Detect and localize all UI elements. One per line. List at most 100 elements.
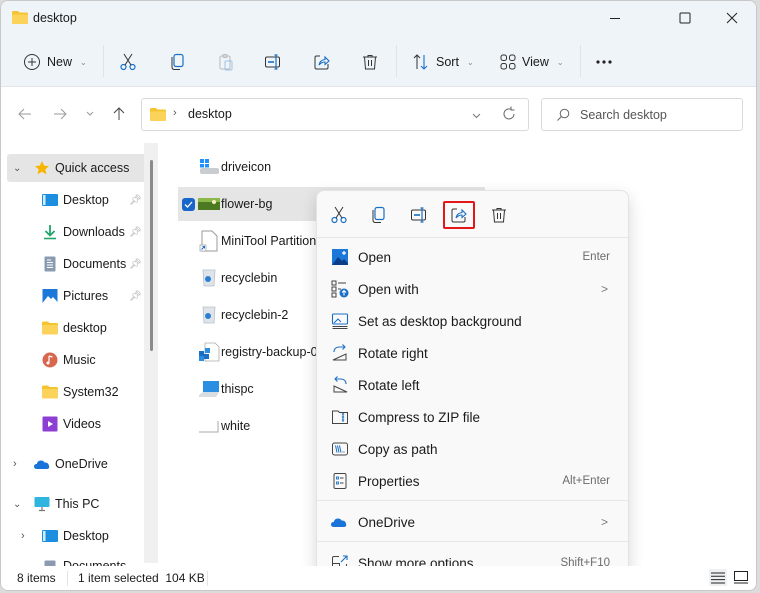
refresh-icon[interactable] — [500, 105, 518, 123]
properties-icon — [333, 473, 347, 489]
folder-icon — [12, 11, 28, 24]
checkmark-icon — [184, 201, 193, 208]
address-bar[interactable]: › desktop — [141, 98, 529, 131]
context-copy-button[interactable] — [363, 201, 395, 229]
sidebar-item-system32[interactable]: System32 — [7, 378, 147, 406]
sort-label: Sort — [436, 55, 459, 69]
file-item[interactable]: driveicon — [178, 150, 485, 184]
sort-button[interactable]: Sort ⌄ — [412, 48, 474, 76]
large-icons-view-button[interactable] — [732, 569, 750, 586]
sidebar-item-downloads[interactable]: Downloads 📌︎ — [7, 218, 147, 246]
menu-item-open-with[interactable]: Open with > — [321, 273, 624, 305]
minimize-button[interactable] — [592, 1, 638, 35]
plus-circle-icon — [24, 54, 40, 70]
menu-item-properties[interactable]: Properties Alt+Enter — [321, 465, 624, 497]
menu-item-copy-as-path[interactable]: Copy as path — [321, 433, 624, 465]
sidebar-item-pictures[interactable]: Pictures 📌︎ — [7, 282, 147, 310]
up-button[interactable] — [109, 104, 129, 124]
share-button[interactable] — [313, 48, 331, 76]
forward-button[interactable] — [50, 104, 70, 124]
chevron-down-icon — [86, 111, 94, 116]
context-share-button[interactable] — [443, 201, 475, 229]
rename-button[interactable] — [264, 48, 282, 76]
pin-icon: 📌︎ — [129, 226, 142, 238]
sidebar-item-onedrive[interactable]: › OneDrive — [7, 450, 147, 478]
search-box[interactable] — [541, 98, 743, 131]
pin-icon: 📌︎ — [129, 258, 142, 270]
divider — [207, 571, 208, 586]
menu-item-rotate-left[interactable]: Rotate left — [321, 369, 624, 401]
menu-item-label: Rotate left — [358, 377, 420, 393]
sort-icon — [413, 54, 428, 70]
address-history-chevron-icon[interactable] — [472, 113, 481, 119]
sidebar-label: System32 — [63, 385, 119, 399]
view-grid-icon — [500, 54, 516, 70]
chevron-right-icon: > — [600, 515, 608, 529]
large-icons-view-icon — [734, 571, 748, 584]
divider — [317, 237, 628, 238]
new-button[interactable]: New ⌄ — [23, 48, 87, 76]
view-button[interactable]: View ⌄ — [500, 48, 564, 76]
search-input[interactable] — [580, 106, 735, 124]
sidebar-item-pc-documents[interactable]: Documents — [7, 554, 147, 566]
command-bar: New ⌄ Sort ⌄ View ⌄ — [1, 37, 756, 87]
more-options-button[interactable] — [595, 48, 613, 76]
paste-button[interactable] — [217, 48, 235, 76]
sidebar-item-music[interactable]: Music — [7, 346, 147, 374]
recycle-bin-icon — [202, 269, 216, 287]
menu-item-open[interactable]: Open Enter — [321, 241, 624, 273]
breadcrumb-separator-icon: › — [173, 107, 177, 119]
sidebar-scrollbar-thumb[interactable] — [150, 160, 153, 351]
address-row: › desktop — [1, 88, 756, 140]
chevron-down-icon[interactable]: ⌄ — [13, 499, 21, 510]
cut-button[interactable] — [119, 48, 137, 76]
menu-item-compress-zip[interactable]: Compress to ZIP file — [321, 401, 624, 433]
sidebar-item-desktop[interactable]: Desktop 📌︎ — [7, 186, 147, 214]
image-icon — [198, 198, 220, 210]
sidebar-item-desktop-folder[interactable]: desktop — [7, 314, 147, 342]
chevron-right-icon[interactable]: › — [21, 530, 25, 542]
file-name: recyclebin — [221, 271, 278, 285]
folder-icon — [42, 321, 58, 335]
context-rename-button[interactable] — [403, 201, 435, 229]
selection-checkbox[interactable] — [182, 197, 195, 211]
sidebar-label: This PC — [55, 497, 100, 511]
sidebar-item-quick-access[interactable]: ⌄ Quick access — [7, 154, 147, 182]
file-name: flower-bg — [221, 197, 273, 211]
chevron-down-icon[interactable]: ⌄ — [13, 163, 21, 174]
chevron-down-icon: ⌄ — [466, 57, 474, 67]
delete-button[interactable] — [361, 48, 379, 76]
paste-icon — [219, 54, 233, 71]
menu-item-set-desktop-background[interactable]: Set as desktop background — [321, 305, 624, 337]
context-cut-button[interactable] — [323, 201, 355, 229]
details-view-button[interactable] — [709, 569, 727, 586]
maximize-button[interactable] — [662, 1, 708, 35]
recent-locations-button[interactable] — [80, 104, 100, 124]
sidebar-label: Videos — [63, 417, 101, 431]
context-menu: Open Enter Open with > Set as desktop ba… — [316, 190, 629, 581]
file-name: white — [221, 419, 251, 433]
breadcrumb-desktop[interactable]: desktop — [188, 107, 232, 121]
menu-item-label: Set as desktop background — [358, 313, 522, 329]
sidebar-item-videos[interactable]: Videos — [7, 410, 147, 438]
menu-item-onedrive[interactable]: OneDrive > — [321, 506, 624, 538]
cut-icon — [331, 206, 347, 224]
divider — [396, 45, 397, 77]
copy-button[interactable] — [169, 48, 187, 76]
title-bar: desktop — [1, 1, 756, 37]
details-view-icon — [711, 572, 725, 583]
sidebar-item-pc-desktop[interactable]: › Desktop — [7, 522, 147, 550]
close-button[interactable] — [709, 1, 755, 35]
folder-icon — [150, 108, 166, 121]
maximize-icon — [679, 12, 691, 24]
chevron-right-icon[interactable]: › — [13, 458, 17, 470]
copy-icon — [171, 53, 184, 70]
sidebar-item-documents[interactable]: Documents 📌︎ — [7, 250, 147, 278]
view-label: View — [522, 55, 549, 69]
download-icon — [44, 225, 56, 240]
back-button[interactable] — [15, 104, 35, 124]
sidebar-item-this-pc[interactable]: ⌄ This PC — [7, 490, 147, 518]
sidebar-label: Documents — [63, 257, 127, 271]
menu-item-rotate-right[interactable]: Rotate right — [321, 337, 624, 369]
context-delete-button[interactable] — [483, 201, 515, 229]
